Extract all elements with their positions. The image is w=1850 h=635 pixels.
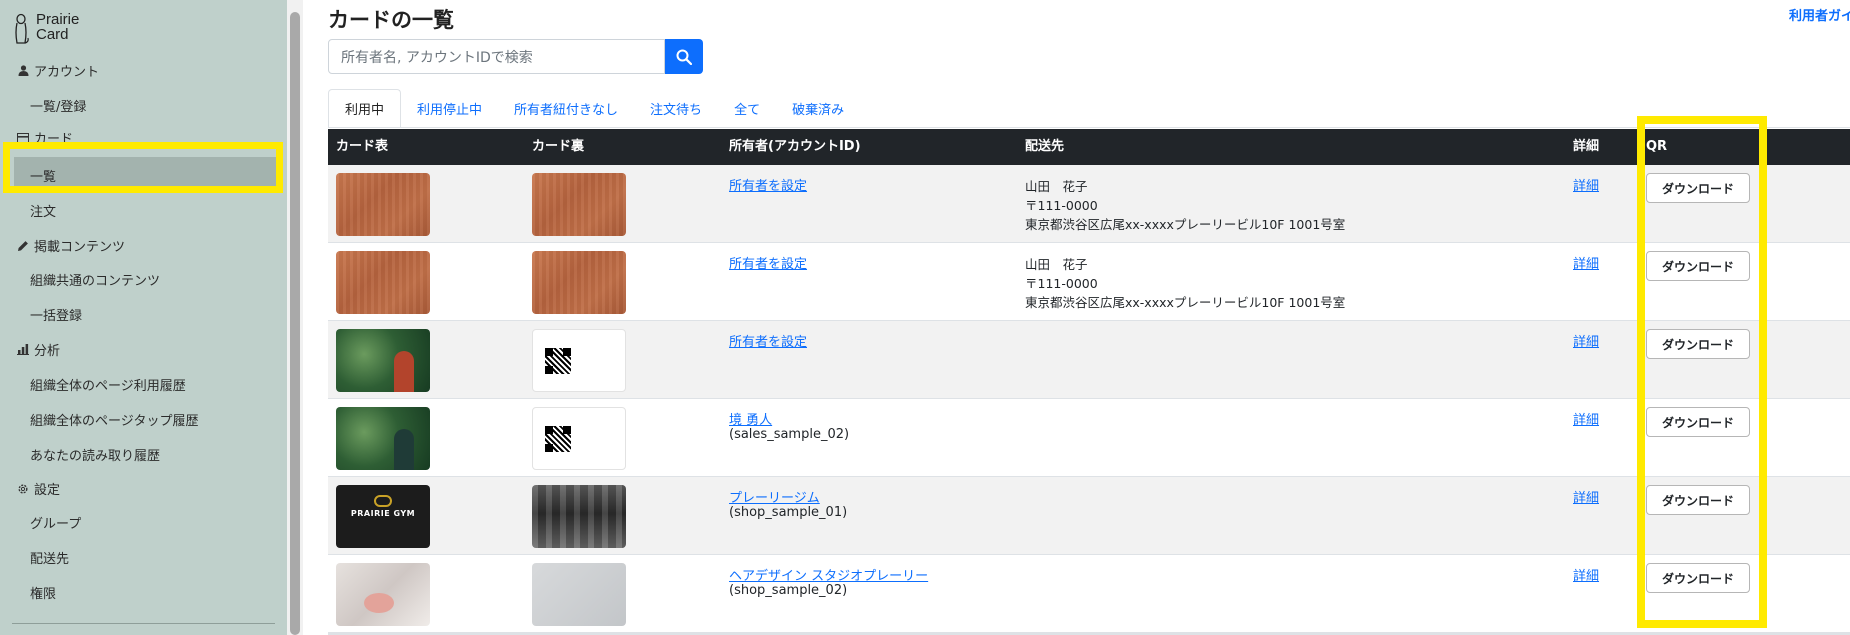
sidebar-item-groups[interactable]: グループ [30,513,81,532]
detail-link[interactable]: 詳細 [1573,253,1599,272]
sidebar-item-org-content[interactable]: 組織共通のコンテンツ [30,270,160,289]
page-title: カードの一覧 [328,8,454,32]
sidebar-item-permissions[interactable]: 権限 [30,583,56,602]
table-row: PRAIRIE GYM プレーリージム (shop_sample_01) 詳細 … [328,477,1850,555]
card-front-thumbnail[interactable] [336,329,430,392]
column-header-detail: 詳細 [1573,139,1600,154]
delivery-zip: 〒111-0000 [1025,198,1098,213]
user-guide-link[interactable]: 利用者ガイ [1789,5,1850,24]
card-front-thumbnail[interactable] [336,563,430,626]
logo-text: Prairie Card [36,12,79,42]
owner-link[interactable]: 所有者を設定 [729,331,807,350]
owner-account-id: (sales_sample_02) [729,427,850,442]
card-front-thumbnail[interactable] [336,407,430,470]
card-back-thumbnail[interactable] [532,563,626,626]
tab-no-owner[interactable]: 所有者紐付きなし [498,89,634,128]
owner-link[interactable]: 所有者を設定 [729,253,807,272]
sidebar-item-page-usage-history[interactable]: 組織全体のページ利用履歴 [30,375,186,394]
card-icon [16,132,30,143]
detail-link[interactable]: 詳細 [1573,175,1599,194]
sidebar-item-read-history[interactable]: あなたの読み取り履歴 [30,445,160,464]
column-header-owner: 所有者(アカウントID) [729,139,861,154]
sidebar-item-account-list[interactable]: 一覧/登録 [30,96,86,115]
status-tabs: 利用中 利用停止中 所有者紐付きなし 注文待ち 全て 破棄済み [328,89,860,128]
sidebar-item-delivery[interactable]: 配送先 [30,548,69,567]
detail-link[interactable]: 詳細 [1573,565,1599,584]
tab-all[interactable]: 全て [718,89,776,128]
nav-section-label: 掲載コンテンツ [34,240,126,255]
qr-code-icon [545,348,571,374]
table-header: カード表 カード裏 所有者(アカウントID) 配送先 詳細 QR [328,129,1850,165]
nav-section-label: アカウント [34,65,100,80]
highlight-box-qr-column [1637,116,1767,628]
tabs-divider [328,127,1850,128]
owner-link[interactable]: ヘアデザイン スタジオプレーリー [729,565,928,584]
column-header-front: カード表 [336,139,389,154]
pencil-icon [16,240,30,252]
nav-section-label: 設定 [34,483,61,498]
card-front-thumbnail[interactable]: PRAIRIE GYM [336,485,430,548]
highlight-box-card-list [3,142,283,193]
card-back-thumbnail[interactable] [532,329,626,392]
delivery-zip: 〒111-0000 [1025,276,1098,291]
gym-logo-icon [374,495,392,507]
sidebar-scrollbar-thumb[interactable] [290,12,300,635]
nav-section-settings[interactable]: 設定 [16,479,60,498]
search-input[interactable]: 所有者名, アカウントIDで検索 [328,39,665,74]
card-front-thumbnail[interactable] [336,173,430,236]
nav-section-account[interactable]: アカウント [16,61,99,80]
detail-link[interactable]: 詳細 [1573,409,1599,428]
logo-line2: Card [36,26,69,43]
bar-chart-icon [16,344,30,355]
card-back-thumbnail[interactable] [532,407,626,470]
card-back-thumbnail[interactable] [532,251,626,314]
sidebar-divider [12,623,275,624]
owner-link[interactable]: 所有者を設定 [729,175,807,194]
table-row: 境 勇人 (sales_sample_02) 詳細 ダウンロード [328,399,1850,477]
nav-section-analytics[interactable]: 分析 [16,340,60,359]
delivery-name: 山田 花子 [1025,179,1088,194]
logo-line1: Prairie [36,11,80,28]
person-icon [16,65,30,76]
column-header-back: カード裏 [532,139,585,154]
column-header-delivery: 配送先 [1025,139,1065,154]
sidebar-item-page-tap-history[interactable]: 組織全体のページタップ履歴 [30,410,198,429]
nav-section-label: 分析 [34,344,61,359]
sidebar-item-bulk-register[interactable]: 一括登録 [30,305,82,324]
detail-link[interactable]: 詳細 [1573,487,1599,506]
tab-suspended[interactable]: 利用停止中 [401,89,498,128]
prairie-dog-logo-icon [15,13,29,44]
owner-link[interactable]: 境 勇人 [729,409,772,428]
tab-discarded[interactable]: 破棄済み [776,89,860,128]
card-back-thumbnail[interactable] [532,173,626,236]
qr-code-icon [545,426,571,452]
gym-logo-text: PRAIRIE GYM [350,509,416,518]
gear-icon [16,483,30,495]
delivery-address: 東京都渋谷区広尾xx-xxxxプレーリービル10F 1001号室 [1025,217,1346,232]
search-button[interactable] [665,39,703,74]
delivery-name: 山田 花子 [1025,257,1088,272]
owner-account-id: (shop_sample_02) [729,583,848,598]
table-row: 所有者を設定 詳細 ダウンロード [328,321,1850,399]
owner-account-id: (shop_sample_01) [729,505,848,520]
tab-in-use[interactable]: 利用中 [328,89,402,128]
table-row: 所有者を設定 山田 花子 〒111-0000 東京都渋谷区広尾xx-xxxxプレ… [328,165,1850,243]
table-row: 所有者を設定 山田 花子 〒111-0000 東京都渋谷区広尾xx-xxxxプレ… [328,243,1850,321]
nav-section-content[interactable]: 掲載コンテンツ [16,236,125,255]
table-row: ヘアデザイン スタジオプレーリー (shop_sample_02) 詳細 ダウン… [328,555,1850,633]
tab-awaiting-order[interactable]: 注文待ち [634,89,718,128]
detail-link[interactable]: 詳細 [1573,331,1599,350]
sidebar: Prairie Card アカウント 一覧/登録 カード 一覧 注文 掲載コンテ… [0,0,287,635]
logo[interactable]: Prairie Card [12,12,79,46]
owner-link[interactable]: プレーリージム [729,487,820,506]
sidebar-item-order[interactable]: 注文 [30,201,56,220]
delivery-address: 東京都渋谷区広尾xx-xxxxプレーリービル10F 1001号室 [1025,295,1346,310]
search-icon [676,49,692,65]
card-front-thumbnail[interactable] [336,251,430,314]
card-back-thumbnail[interactable] [532,485,626,548]
